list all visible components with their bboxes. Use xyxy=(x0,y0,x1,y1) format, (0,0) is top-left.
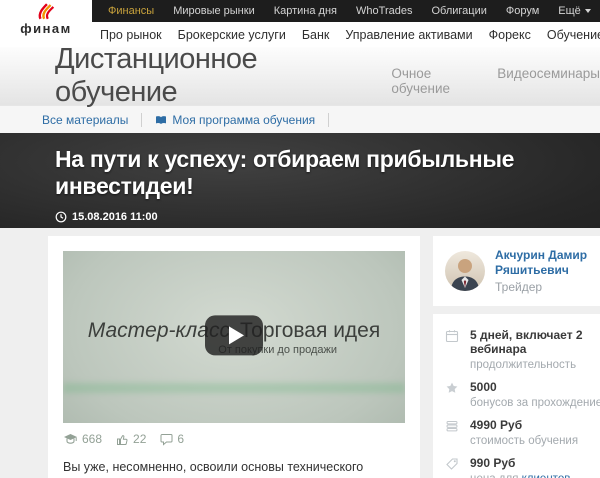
graduation-cap-icon xyxy=(63,433,78,446)
subnav-vse-materialy[interactable]: Все материалы xyxy=(42,113,128,127)
subnav-moya-programma[interactable]: Моя программа обучения xyxy=(155,113,315,127)
book-icon xyxy=(155,114,167,126)
instructor-info: Акчурин Дамир Ряшитьевич Трейдер xyxy=(495,248,600,294)
page-title-band: Дистанционное обучение Очное обучение Ви… xyxy=(0,47,600,105)
mainnav-brokerskie[interactable]: Брокерские услуги xyxy=(178,28,286,42)
instructor-role: Трейдер xyxy=(495,280,600,294)
topnav-whotrades[interactable]: WhoTrades xyxy=(356,5,412,17)
play-icon xyxy=(229,326,244,344)
article-stats: 668 22 6 xyxy=(63,432,405,446)
comments-stat[interactable]: 6 xyxy=(160,432,184,446)
link-ochnoe-obuchenie[interactable]: Очное обучение xyxy=(391,66,479,96)
video-player[interactable]: Мастер-класс Торговая идея От покупки до… xyxy=(63,251,405,423)
article-intro-text: Вы уже, несомненно, освоили основы техни… xyxy=(63,458,405,478)
topnav-forum[interactable]: Форум xyxy=(506,5,539,17)
top-nav-bar: Финансы Мировые рынки Картина дня WhoTra… xyxy=(88,0,600,22)
course-price-label: стоимость обучения xyxy=(470,435,578,447)
topnav-more-dropdown[interactable]: Ещё xyxy=(558,5,591,17)
calendar-icon xyxy=(445,328,461,371)
topnav-obligacii[interactable]: Облигации xyxy=(431,5,486,17)
course-bonus-value: 5000 xyxy=(470,380,600,394)
likes-stat[interactable]: 22 xyxy=(116,432,146,446)
mainnav-forex[interactable]: Форекс xyxy=(489,28,531,42)
logo-text: финам xyxy=(20,21,72,36)
clock-icon xyxy=(55,211,67,223)
subnav: Все материалы Моя программа обучения xyxy=(0,105,600,133)
title-links: Очное обучение Видеосеминары xyxy=(391,56,600,96)
thumbs-up-icon xyxy=(116,433,129,446)
topnav-kartina-dnya[interactable]: Картина дня xyxy=(274,5,337,17)
divider xyxy=(328,113,329,127)
flame-icon xyxy=(35,3,57,20)
star-icon xyxy=(445,380,461,409)
finam-logo[interactable]: финам xyxy=(0,0,92,47)
mainnav-upravlenie[interactable]: Управление активами xyxy=(345,28,472,42)
article-card: Мастер-класс Торговая идея От покупки до… xyxy=(48,236,420,478)
mainnav-obuchenie[interactable]: Обучение xyxy=(547,28,600,42)
course-duration-value: 5 дней, включает 2 вебинара xyxy=(470,328,600,356)
play-button[interactable] xyxy=(205,315,263,355)
divider xyxy=(141,113,142,127)
tag-icon xyxy=(445,456,461,478)
course-price-row: 4990 Руб стоимость обучения xyxy=(445,418,600,447)
instructor-card: Акчурин Дамир Ряшитьевич Трейдер xyxy=(433,236,600,306)
hero-banner: На пути к успеху: отбираем прибыльные ин… xyxy=(0,133,600,228)
content-area: Мастер-класс Торговая идея От покупки до… xyxy=(0,228,600,478)
course-bonus-label: бонусов за прохождение xyxy=(470,397,600,409)
site-header: финам Финансы Мировые рынки Картина дня … xyxy=(0,0,600,47)
banknote-icon xyxy=(445,418,461,447)
main-nav-bar: Про рынок Брокерские услуги Банк Управле… xyxy=(100,22,600,47)
client-price-value: 990 Руб xyxy=(470,456,570,470)
article-datetime: 15.08.2016 11:00 xyxy=(55,211,600,223)
chevron-down-icon xyxy=(585,9,591,13)
mainnav-bank[interactable]: Банк xyxy=(302,28,330,42)
clients-link[interactable]: клиентов xyxy=(522,473,571,478)
article-title: На пути к успеху: отбираем прибыльные ин… xyxy=(55,146,600,200)
course-duration-label: продолжительность xyxy=(470,359,600,371)
comment-bubble-icon xyxy=(160,433,173,446)
topnav-finansy[interactable]: Финансы xyxy=(108,5,154,17)
course-bonus-row: 5000 бонусов за прохождение xyxy=(445,380,600,409)
course-info-card: 5 дней, включает 2 вебинара продолжитель… xyxy=(433,314,600,478)
course-price-value: 4990 Руб xyxy=(470,418,578,432)
topnav-mirovye-rynki[interactable]: Мировые рынки xyxy=(173,5,255,17)
client-price-row: 990 Руб цена для клиентов xyxy=(445,456,600,478)
link-videoseminary[interactable]: Видеосеминары xyxy=(497,66,600,96)
mainnav-pro-rynok[interactable]: Про рынок xyxy=(100,28,162,42)
page-title: Дистанционное обучение xyxy=(55,43,365,109)
instructor-name[interactable]: Акчурин Дамир Ряшитьевич xyxy=(495,248,600,278)
course-duration-row: 5 дней, включает 2 вебинара продолжитель… xyxy=(445,328,600,371)
views-stat: 668 xyxy=(63,432,102,446)
client-price-label: цена для клиентов xyxy=(470,473,570,478)
instructor-avatar[interactable] xyxy=(445,251,485,291)
